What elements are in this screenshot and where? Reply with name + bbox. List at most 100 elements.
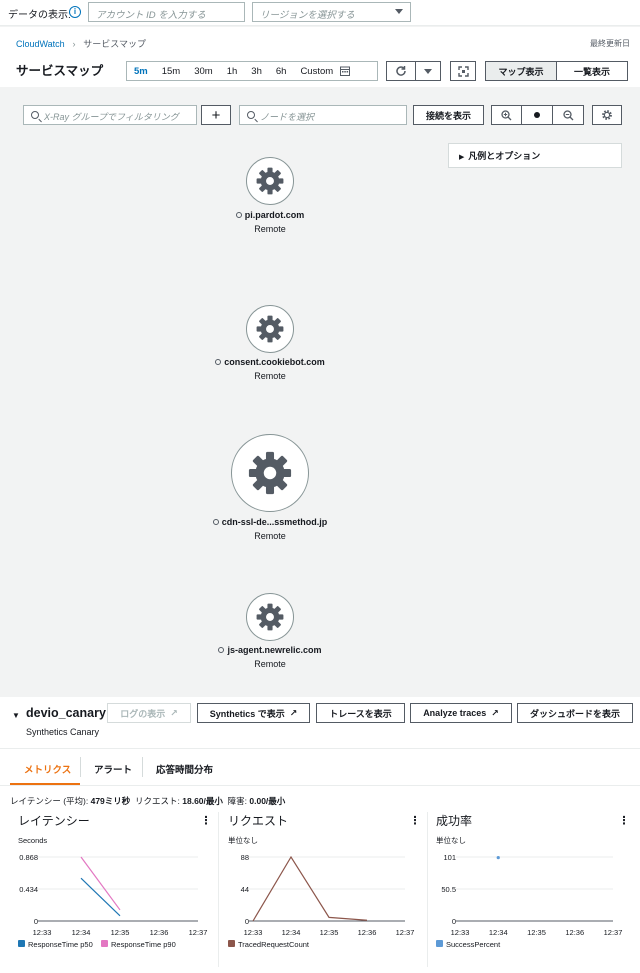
range-30m[interactable]: 30m: [187, 66, 219, 77]
node-type: Remote: [254, 371, 286, 381]
y-tick-label: 0: [245, 917, 249, 926]
view-traces-button[interactable]: トレースを表示: [316, 703, 405, 723]
data-display-label: データの表示:: [8, 10, 71, 21]
caret-right-icon: ▶: [459, 154, 469, 161]
view-in-synthetics-label: Synthetics で表示: [209, 708, 285, 719]
chevron-right-icon: ›: [67, 39, 81, 49]
chart-ylabel: Seconds: [18, 836, 47, 845]
node-name[interactable]: consent.cookiebot.com: [170, 357, 370, 367]
metrics-charts: レイテンシー ⋮ Seconds 0.868 0.434 0 12:33 12:34 12:35…: [18, 813, 630, 949]
node-name[interactable]: pi.pardot.com: [170, 210, 370, 220]
status-circle-icon: [235, 212, 242, 218]
chart-ylabel: 単位なし: [436, 835, 466, 845]
fullscreen-button[interactable]: [450, 61, 476, 81]
breadcrumb: CloudWatch › サービスマップ: [16, 37, 146, 50]
list-view-button[interactable]: 一覧表示: [556, 61, 628, 81]
legend-swatch: [436, 940, 443, 947]
range-custom[interactable]: Custom: [293, 66, 340, 77]
divider: [0, 785, 640, 786]
chart-title: 成功率: [436, 813, 472, 828]
legend-swatch: [18, 940, 25, 947]
analyze-traces-button[interactable]: Analyze traces ↗: [410, 703, 512, 723]
legend-options-toggle[interactable]: ▶ 凡例とオプション: [448, 143, 622, 168]
show-connections-button[interactable]: 接続を表示: [413, 105, 484, 125]
view-in-synthetics-button[interactable]: Synthetics で表示 ↗: [197, 703, 310, 723]
legend-label: ResponseTime p90: [111, 940, 176, 949]
account-id-input[interactable]: アカウント ID を入力する: [88, 2, 245, 22]
service-node[interactable]: [246, 157, 294, 205]
node-name[interactable]: js-agent.newrelic.com: [170, 645, 370, 655]
node-name[interactable]: cdn-ssl-de...ssmethod.jp: [170, 517, 370, 527]
requests-summary-label: リクエスト:: [135, 796, 180, 806]
y-tick-label: 50.5: [441, 885, 456, 894]
node-select-placeholder: ノードを選択: [260, 112, 315, 122]
settings-button[interactable]: [592, 105, 622, 125]
range-1h[interactable]: 1h: [220, 66, 245, 77]
range-3h[interactable]: 3h: [244, 66, 269, 77]
more-options-icon: ⋮: [619, 815, 630, 827]
x-tick-label: 12:36: [358, 928, 377, 937]
legend-swatch: [228, 940, 235, 947]
x-tick-label: 12:37: [604, 928, 623, 937]
view-dashboard-button[interactable]: ダッシュボードを表示: [517, 703, 633, 723]
time-range-selector: 5m 15m 30m 1h 3h 6h Custom: [126, 61, 378, 81]
breadcrumb-current: サービスマップ: [83, 39, 146, 49]
node-name-text: js-agent.newrelic.com: [227, 645, 322, 655]
node-details-panel: ▼ devio_canary Synthetics Canary ログの表示 ↗…: [0, 697, 640, 973]
legend-options-label: 凡例とオプション: [468, 151, 541, 161]
requests-summary-value: 18.60/最小: [182, 796, 223, 806]
service-node[interactable]: [246, 593, 294, 641]
top-bar: データの表示: i アカウント ID を入力する リージョンを選択する: [0, 0, 640, 26]
x-tick-label: 12:34: [489, 928, 508, 937]
refresh-options-button[interactable]: [415, 61, 441, 81]
refresh-button[interactable]: [386, 61, 416, 81]
service-node[interactable]: [231, 434, 309, 512]
zoom-out-button[interactable]: [552, 105, 584, 125]
x-tick-label: 12:35: [111, 928, 130, 937]
info-icon[interactable]: i: [69, 6, 81, 18]
dot-icon: [534, 112, 540, 118]
x-tick-label: 12:33: [451, 928, 470, 937]
tab-metrics[interactable]: メトリクス: [24, 762, 71, 776]
calendar-icon[interactable]: [340, 66, 351, 76]
range-5m[interactable]: 5m: [127, 66, 155, 77]
xray-group-filter-input[interactable]: X-Ray グループでフィルタリング: [23, 105, 197, 125]
faults-summary-value: 0.00/最小: [249, 796, 286, 806]
zoom-in-button[interactable]: [491, 105, 522, 125]
gear-icon: [256, 315, 284, 343]
reset-zoom-button[interactable]: [521, 105, 553, 125]
analyze-traces-label: Analyze traces: [423, 708, 487, 718]
search-icon: [247, 111, 255, 119]
gear-icon: [602, 110, 612, 120]
x-tick-label: 12:33: [33, 928, 52, 937]
gear-icon: [256, 167, 284, 195]
breadcrumb-cloudwatch[interactable]: CloudWatch: [16, 39, 65, 49]
collapse-caret-icon[interactable]: ▼: [12, 711, 20, 720]
more-options-icon: ⋮: [201, 815, 212, 827]
tab-response-distribution[interactable]: 応答時間分布: [156, 762, 213, 776]
chart-title: リクエスト: [228, 814, 288, 828]
region-select[interactable]: リージョンを選択する: [252, 2, 411, 22]
map-view-button[interactable]: マップ表示: [485, 61, 557, 81]
tab-alerts[interactable]: アラート: [94, 762, 132, 776]
caret-down-icon: [424, 68, 432, 74]
latency-summary-value: 479ミリ秒: [90, 796, 131, 806]
range-6h[interactable]: 6h: [269, 66, 294, 77]
x-tick-label: 12:36: [150, 928, 169, 937]
legend-label: ResponseTime p50: [28, 940, 93, 949]
y-tick-label: 0.434: [19, 885, 38, 894]
view-logs-button[interactable]: ログの表示 ↗: [107, 703, 191, 723]
service-node[interactable]: [246, 305, 294, 353]
search-icon: [31, 111, 39, 119]
page-header: CloudWatch › サービスマップ 最終更新日 サービスマップ 5m 15…: [0, 27, 640, 87]
x-tick-label: 12:35: [527, 928, 546, 937]
expand-icon: [457, 65, 469, 77]
xray-group-filter-placeholder: X-Ray グループでフィルタリング: [44, 112, 179, 122]
legend-label: TracedRequestCount: [238, 940, 310, 949]
zoom-in-icon: [501, 109, 512, 120]
node-select-input[interactable]: ノードを選択: [239, 105, 407, 125]
panel-subtitle: Synthetics Canary: [26, 727, 100, 737]
external-link-icon: ↗: [491, 707, 499, 718]
add-group-button[interactable]: +: [201, 105, 231, 125]
range-15m[interactable]: 15m: [155, 66, 187, 77]
